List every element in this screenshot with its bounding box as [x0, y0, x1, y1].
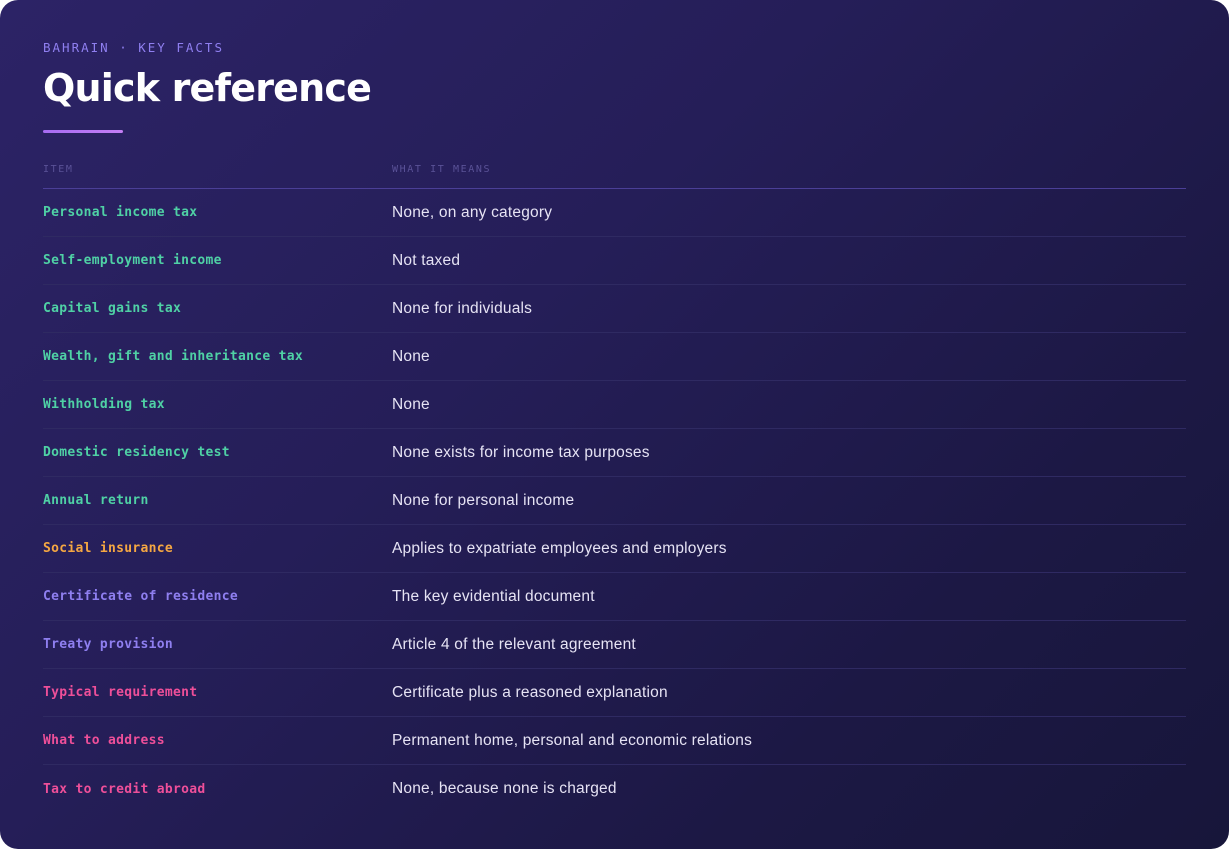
- table-row: Annual return None for personal income: [43, 477, 1186, 525]
- row-item-label: Treaty provision: [43, 637, 174, 652]
- row-item-label: Domestic residency test: [43, 445, 230, 460]
- accent-rule: [43, 130, 123, 133]
- row-meaning-text: The key evidential document: [392, 587, 595, 605]
- table-row: Personal income tax None, on any category: [43, 189, 1186, 237]
- table-row: Social insurance Applies to expatriate em…: [43, 525, 1186, 573]
- row-meaning-text: None, on any category: [392, 203, 553, 221]
- table-row: Tax to credit abroad None, because none i…: [43, 765, 1186, 813]
- row-meaning-text: Not taxed: [392, 251, 461, 269]
- table-row: Self-employment income Not taxed: [43, 237, 1186, 285]
- table-header: ITEM WHAT IT MEANS: [43, 163, 1186, 189]
- quick-reference-card: BAHRAIN · KEY FACTS Quick reference ITEM…: [0, 0, 1229, 849]
- row-item-label: Social insurance: [43, 541, 174, 556]
- row-meaning-text: None exists for income tax purposes: [392, 443, 650, 461]
- row-item-label: Personal income tax: [43, 205, 198, 220]
- table-row: Wealth, gift and inheritance tax None: [43, 333, 1186, 381]
- row-item-label: Typical requirement: [43, 685, 198, 700]
- row-item-label: Capital gains tax: [43, 301, 182, 316]
- row-meaning-text: Certificate plus a reasoned explanation: [392, 683, 668, 701]
- column-header-meaning: WHAT IT MEANS: [392, 164, 492, 175]
- column-header-item: ITEM: [43, 164, 74, 175]
- page-title: Quick reference: [43, 66, 372, 110]
- table-row: Certificate of residence The key evidenti…: [43, 573, 1186, 621]
- row-meaning-text: None, because none is charged: [392, 780, 617, 797]
- table-row: Capital gains tax None for individuals: [43, 285, 1186, 333]
- row-meaning-text: None: [392, 395, 430, 413]
- row-item-label: What to address: [43, 733, 165, 748]
- row-item-label: Self-employment income: [43, 253, 222, 268]
- row-item-label: Certificate of residence: [43, 589, 239, 604]
- row-meaning-text: Article 4 of the relevant agreement: [392, 635, 636, 653]
- table-body: Personal income tax None, on any category…: [43, 189, 1186, 813]
- reference-table: ITEM WHAT IT MEANS Personal income tax No…: [43, 163, 1186, 813]
- table-row: Domestic residency test None exists for i…: [43, 429, 1186, 477]
- row-meaning-text: Permanent home, personal and economic re…: [392, 731, 753, 749]
- row-item-label: Withholding tax: [43, 397, 165, 412]
- row-meaning-text: None: [392, 347, 430, 365]
- row-meaning-text: None for individuals: [392, 299, 533, 317]
- row-item-label: Tax to credit abroad: [43, 781, 206, 797]
- row-item-label: Wealth, gift and inheritance tax: [43, 349, 304, 364]
- table-row: Treaty provision Article 4 of the relevan…: [43, 621, 1186, 669]
- row-item-label: Annual return: [43, 493, 149, 508]
- table-row: Withholding tax None: [43, 381, 1186, 429]
- table-row: What to address Permanent home, personal …: [43, 717, 1186, 765]
- row-meaning-text: Applies to expatriate employees and empl…: [392, 539, 727, 557]
- row-meaning-text: None for personal income: [392, 491, 575, 509]
- eyebrow-label: BAHRAIN · KEY FACTS: [43, 40, 224, 55]
- table-row: Typical requirement Certificate plus a re…: [43, 669, 1186, 717]
